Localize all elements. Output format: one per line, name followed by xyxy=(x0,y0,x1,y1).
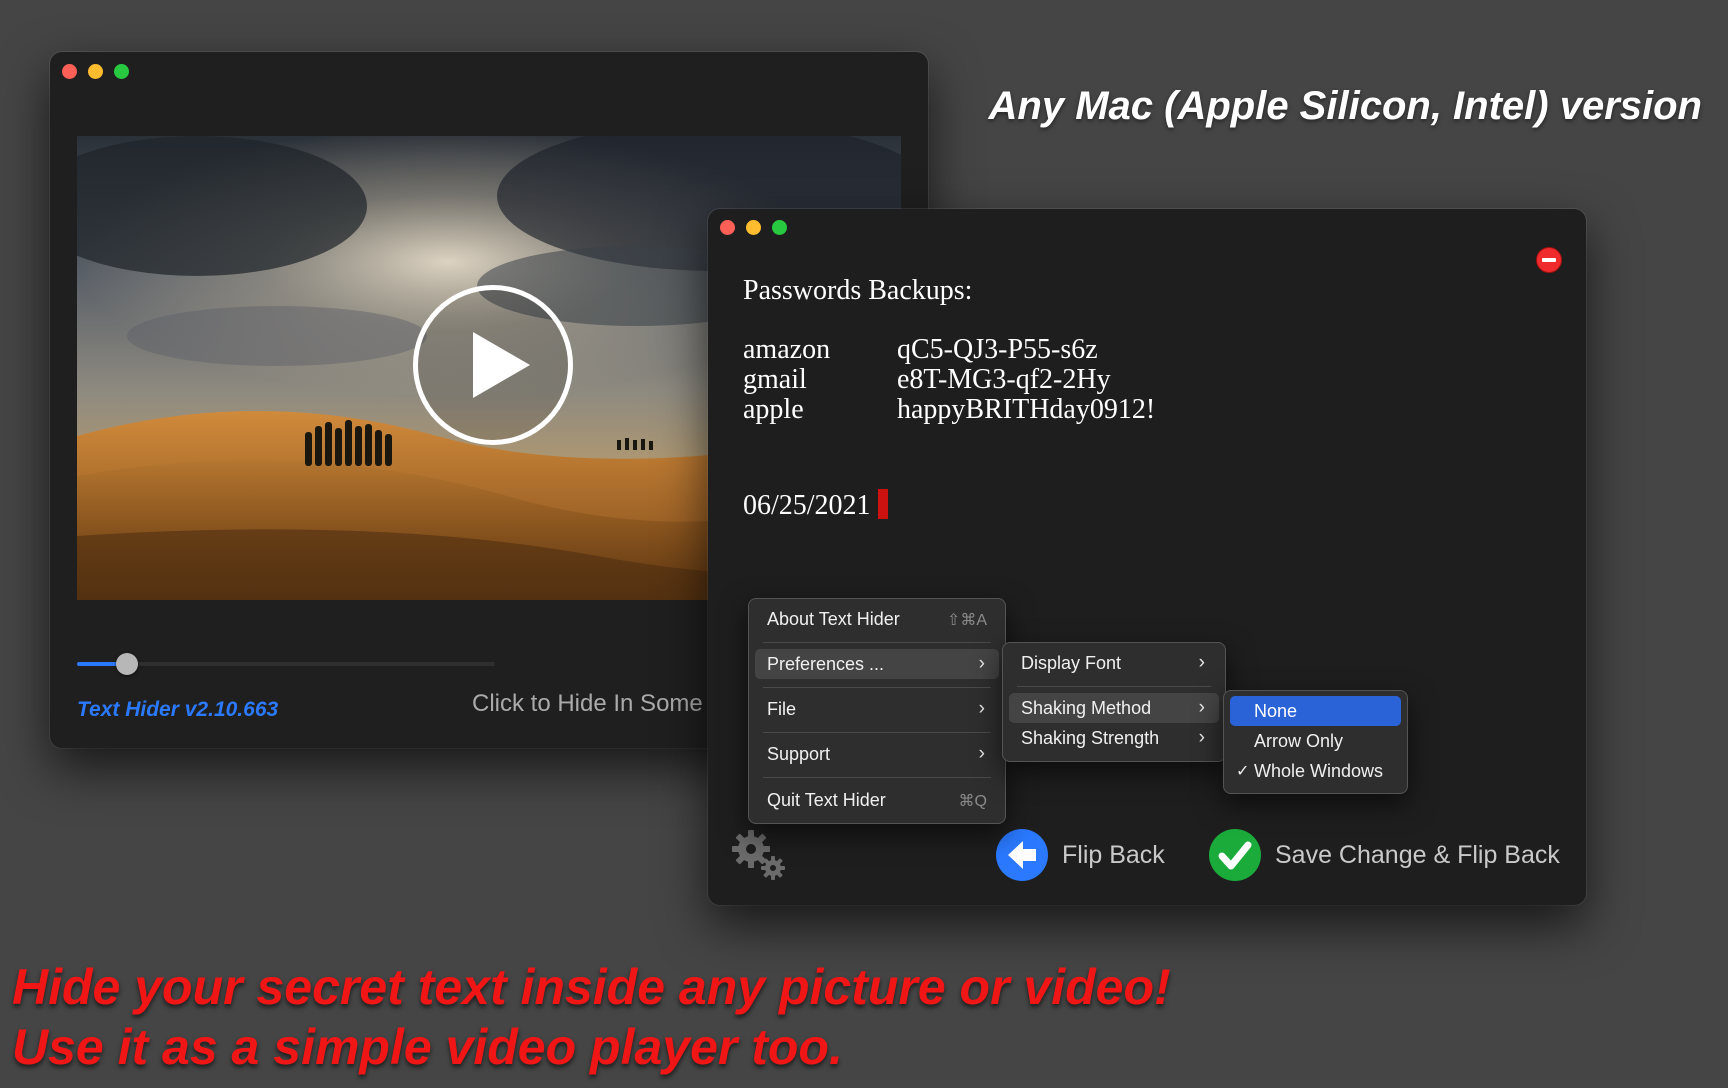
password-value: e8T-MG3-qf2-2Hy xyxy=(897,364,1111,395)
playback-slider[interactable] xyxy=(77,653,495,675)
play-icon xyxy=(473,332,530,399)
zoom-window-button[interactable] xyxy=(772,220,787,235)
menu-item-preferences[interactable]: Preferences ... › xyxy=(755,649,999,679)
checkmark-icon: ✓ xyxy=(1236,763,1250,780)
credential-row: apple happyBRITHday0912! xyxy=(743,394,1155,426)
menu-item-support[interactable]: Support › xyxy=(755,739,999,769)
menu-item-shaking-strength[interactable]: Shaking Strength › xyxy=(1009,723,1219,753)
chevron-right-icon: › xyxy=(1198,652,1205,673)
close-window-button[interactable] xyxy=(720,220,735,235)
menu-separator xyxy=(763,732,991,733)
service-name: amazon xyxy=(743,334,831,365)
close-window-button[interactable] xyxy=(62,64,77,79)
note-date: 06/25/2021 xyxy=(743,489,888,522)
playback-knob[interactable] xyxy=(116,653,139,675)
service-name: gmail xyxy=(743,364,807,395)
tagline-line-2: Use it as a simple video player too. xyxy=(12,1019,843,1075)
menu-separator xyxy=(1017,686,1211,687)
text-cursor xyxy=(877,489,888,519)
credential-row: gmail e8T-MG3-qf2-2Hy xyxy=(743,364,1111,396)
flip-back-button[interactable]: Flip Back xyxy=(996,829,1165,881)
menu-item-shaking-method[interactable]: Shaking Method › xyxy=(1009,693,1219,723)
save-flip-back-label: Save Change & Flip Back xyxy=(1275,840,1560,869)
service-name: apple xyxy=(743,394,804,425)
menu-separator xyxy=(763,687,991,688)
menu-item-file[interactable]: File › xyxy=(755,694,999,724)
password-value: qC5-QJ3-P55-s6z xyxy=(897,334,1098,365)
chevron-right-icon: › xyxy=(1198,727,1205,748)
menu-item-quit[interactable]: Quit Text Hider ⌘Q xyxy=(755,785,999,815)
chevron-right-icon: › xyxy=(978,698,985,719)
minimize-window-button[interactable] xyxy=(746,220,761,235)
password-value: happyBRITHday0912! xyxy=(897,394,1156,425)
tagline-line-1: Hide your secret text inside any picture… xyxy=(12,959,1171,1015)
date-text: 06/25/2021 xyxy=(743,490,871,521)
note-title: Passwords Backups: xyxy=(743,275,973,306)
arrow-left-icon xyxy=(996,829,1048,881)
minimize-window-button[interactable] xyxy=(88,64,103,79)
window-controls xyxy=(720,220,787,235)
app-menu: About Text Hider ⇧⌘A Preferences ... › F… xyxy=(748,598,1006,824)
headline: Any Mac (Apple Silicon, Intel) version xyxy=(988,84,1702,128)
menu-item-display-font[interactable]: Display Font › xyxy=(1009,648,1219,678)
version-label: Text Hider v2.10.663 xyxy=(77,698,279,721)
menu-separator xyxy=(763,777,991,778)
menu-item-whole-windows[interactable]: ✓ Whole Windows xyxy=(1230,756,1401,786)
credential-row: amazon qC5-QJ3-P55-s6z xyxy=(743,334,1098,366)
play-button[interactable] xyxy=(413,285,573,446)
checkmark-icon xyxy=(1209,829,1261,881)
save-flip-back-button[interactable]: Save Change & Flip Back xyxy=(1209,829,1560,881)
menu-item-none[interactable]: None xyxy=(1230,696,1401,726)
menu-separator xyxy=(763,642,991,643)
menu-item-arrow-only[interactable]: Arrow Only xyxy=(1230,726,1401,756)
chevron-right-icon: › xyxy=(1198,697,1205,718)
chevron-right-icon: › xyxy=(978,743,985,764)
zoom-window-button[interactable] xyxy=(114,64,129,79)
chevron-right-icon: › xyxy=(978,653,985,674)
preferences-submenu: Display Font › Shaking Method › Shaking … xyxy=(1002,642,1226,762)
hide-hint-label[interactable]: Click to Hide In Some xyxy=(472,690,703,718)
window-controls xyxy=(62,64,129,79)
shaking-method-submenu: None Arrow Only ✓ Whole Windows xyxy=(1223,690,1408,794)
gear-icon[interactable] xyxy=(729,827,789,883)
menu-item-about[interactable]: About Text Hider ⇧⌘A xyxy=(755,604,999,634)
remove-icon[interactable] xyxy=(1536,247,1562,273)
flip-back-label: Flip Back xyxy=(1062,840,1165,869)
